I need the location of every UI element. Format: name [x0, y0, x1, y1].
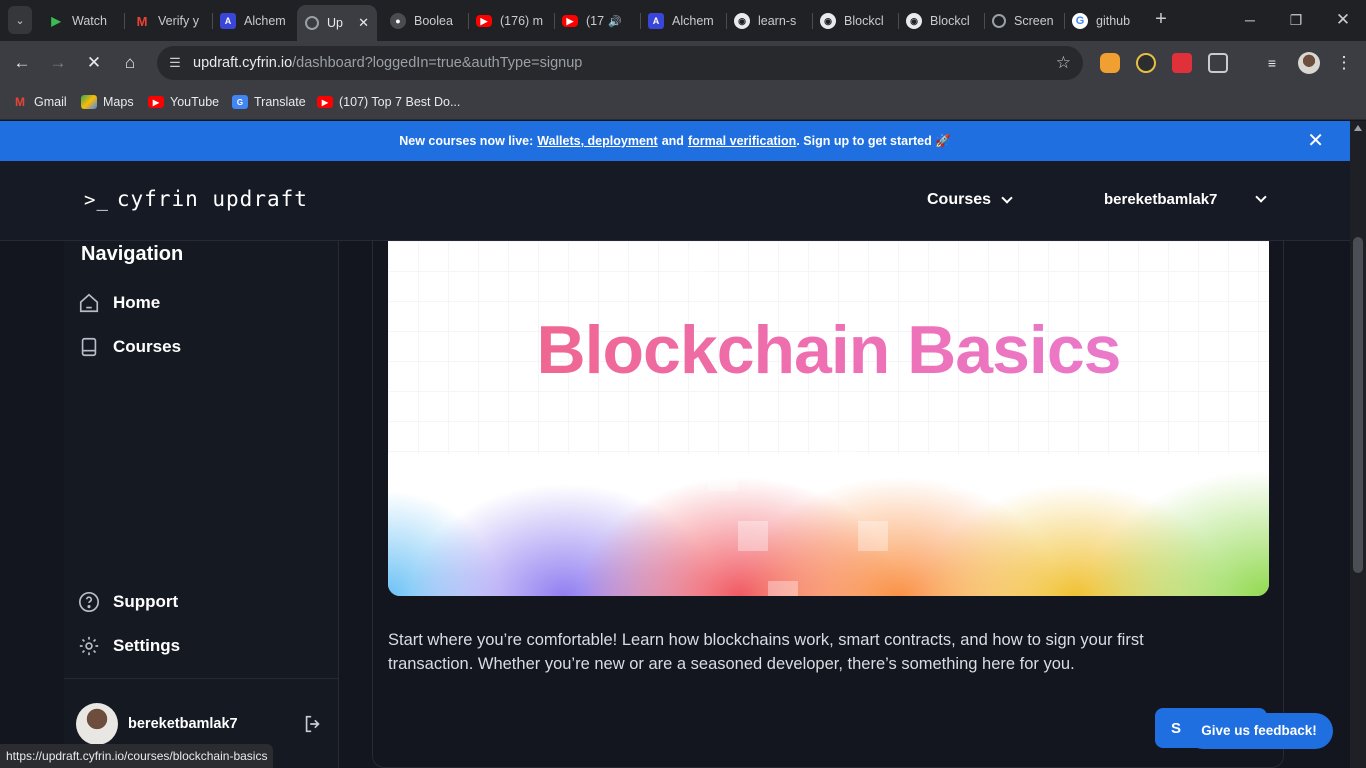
browser-toolbar: ← → ✕ ⌂ ☰ updraft.cyfrin.io/dashboard?lo…	[0, 41, 1366, 85]
media-control-icon[interactable]: ≡	[1260, 51, 1284, 75]
home-button[interactable]: ⌂	[118, 51, 142, 75]
close-window-button[interactable]: ✕	[1331, 8, 1355, 32]
close-banner-icon[interactable]: ✕	[1307, 131, 1324, 151]
profile-name: bereketbamlak7	[128, 716, 238, 732]
browser-tab[interactable]: ▶ (176) m	[468, 8, 552, 34]
sidebar-item-home[interactable]: Home	[78, 289, 160, 317]
browser-tab-active[interactable]: Up ✕	[297, 5, 377, 41]
address-bar[interactable]: ☰ updraft.cyfrin.io/dashboard?loggedIn=t…	[157, 46, 1083, 80]
book-icon	[78, 336, 100, 358]
google-icon: G	[1072, 13, 1088, 29]
cyfrin-updraft-logo[interactable]: >_ cyfrin updraft	[84, 187, 308, 211]
close-tab-icon[interactable]: ✕	[358, 15, 369, 31]
github-icon: ◉	[820, 13, 836, 29]
bookmark-youtube[interactable]: ▶ YouTube	[148, 93, 219, 111]
browser-tab[interactable]: ◉ Blockcl	[898, 8, 982, 34]
feedback-button[interactable]: Give us feedback!	[1185, 713, 1333, 749]
dashboard-body: Navigation Home Courses Support Settings	[0, 241, 1350, 768]
browser-tab[interactable]: ● Boolea	[382, 8, 466, 34]
avatar[interactable]	[76, 703, 118, 745]
alchemy-icon: A	[648, 13, 664, 29]
scrollbar-thumb[interactable]	[1353, 237, 1363, 573]
profile-avatar-icon[interactable]	[1298, 52, 1320, 74]
scroll-up-arrow[interactable]	[1354, 125, 1362, 131]
site-info-icon[interactable]: ☰	[165, 53, 185, 73]
back-button[interactable]: ←	[10, 51, 34, 75]
mendeley-extension-icon[interactable]	[1172, 53, 1192, 73]
youtube-icon: ▶	[148, 96, 164, 108]
maps-icon	[81, 95, 97, 109]
bookmark-translate[interactable]: G Translate	[232, 93, 306, 111]
sidebar-item-support[interactable]: Support	[78, 588, 178, 616]
address-url[interactable]: updraft.cyfrin.io/dashboard?loggedIn=tru…	[193, 55, 582, 71]
browser-menu-icon[interactable]: ⋮	[1332, 51, 1356, 75]
site-header: >_ cyfrin updraft Courses bereketbamlak7	[0, 161, 1350, 241]
bookmark-youtube-video[interactable]: ▶ (107) Top 7 Best Do...	[317, 93, 460, 111]
speaker-icon[interactable]: 🔊	[608, 15, 622, 28]
bookmark-gmail[interactable]: M Gmail	[12, 93, 67, 111]
browser-tab[interactable]: ▶ Watch	[40, 8, 122, 34]
sidebar-item-courses[interactable]: Courses	[78, 333, 181, 361]
browser-tab[interactable]: Screen	[984, 8, 1064, 34]
restore-button[interactable]: ❐	[1284, 8, 1308, 32]
browser-tab-strip: ⌄ ▶ Watch M Verify y A Alchem Up ✕ ● Boolea …	[0, 0, 1366, 41]
stop-loading-button[interactable]: ✕	[82, 51, 106, 75]
github-icon: ◉	[906, 13, 922, 29]
youtube-icon: ▶	[476, 15, 492, 27]
browser-tab[interactable]: ▶ (17 🔊	[554, 8, 638, 34]
course-description: Start where you’re comfortable! Learn ho…	[388, 631, 1144, 673]
forward-button[interactable]: →	[46, 51, 70, 75]
updraft-icon	[305, 16, 319, 30]
chevron-down-icon	[1255, 191, 1268, 203]
alchemy-icon: A	[220, 13, 236, 29]
gmail-icon: M	[136, 13, 148, 29]
bookmark-maps[interactable]: Maps	[81, 93, 134, 111]
browser-tab[interactable]: M Verify y	[126, 8, 210, 34]
github-icon: ◉	[734, 13, 750, 29]
courses-dropdown[interactable]: Courses	[927, 191, 1013, 209]
home-icon	[78, 292, 100, 314]
browser-tab[interactable]: Ggithub	[1064, 8, 1144, 34]
ninja-extension-icon[interactable]	[1136, 53, 1156, 73]
bookmarks-bar: M Gmail Maps ▶ YouTube G Translate ▶ (107) T…	[0, 85, 1366, 120]
link-status-bar: https://updraft.cyfrin.io/courses/blockc…	[0, 744, 274, 768]
bookmark-star-icon[interactable]: ☆	[1056, 53, 1071, 73]
page-scrollbar[interactable]	[1350, 121, 1366, 768]
gear-icon	[78, 635, 100, 657]
wallets-deployment-link[interactable]: Wallets, deployment	[537, 134, 657, 148]
new-tab-button[interactable]: +	[1152, 8, 1170, 32]
navigation-sidebar: Navigation Home Courses Support Settings	[64, 241, 339, 768]
browser-tab[interactable]: A Alchem	[212, 8, 296, 34]
tab-search-button[interactable]: ⌄	[8, 6, 32, 34]
extensions-puzzle-icon[interactable]	[1208, 53, 1228, 73]
translate-icon: G	[232, 95, 248, 109]
minimize-button[interactable]: ─	[1238, 8, 1262, 32]
browser-tab[interactable]: ◉ learn-s	[726, 8, 810, 34]
youtube-icon: ▶	[317, 96, 333, 108]
navigation-title: Navigation	[81, 243, 184, 265]
brave-extension-icon[interactable]	[1100, 53, 1120, 73]
browser-tab[interactable]: A Alchem	[640, 8, 724, 34]
formal-verification-link[interactable]: formal verification	[688, 134, 796, 148]
gmail-icon: M	[15, 95, 25, 109]
user-menu-dropdown[interactable]: bereketbamlak7	[1104, 191, 1268, 208]
play-icon: ▶	[51, 14, 61, 28]
page-viewport: New courses now live: Wallets, deploymen…	[0, 121, 1350, 768]
course-hero-image[interactable]: Blockchain Basics	[388, 241, 1269, 596]
sidebar-item-settings[interactable]: Settings	[78, 632, 180, 660]
help-circle-icon	[78, 591, 100, 613]
bot-icon: ●	[390, 13, 406, 29]
chevron-down-icon	[1001, 191, 1013, 204]
youtube-icon: ▶	[562, 15, 578, 27]
course-card: Blockchain Basics Start where you’re com…	[372, 241, 1284, 768]
course-hero-title: Blockchain Basics	[388, 311, 1269, 389]
announcement-banner: New courses now live: Wallets, deploymen…	[0, 121, 1350, 161]
globe-icon	[992, 14, 1006, 28]
logout-icon[interactable]	[302, 713, 324, 735]
browser-tab[interactable]: ◉ Blockcl	[812, 8, 896, 34]
